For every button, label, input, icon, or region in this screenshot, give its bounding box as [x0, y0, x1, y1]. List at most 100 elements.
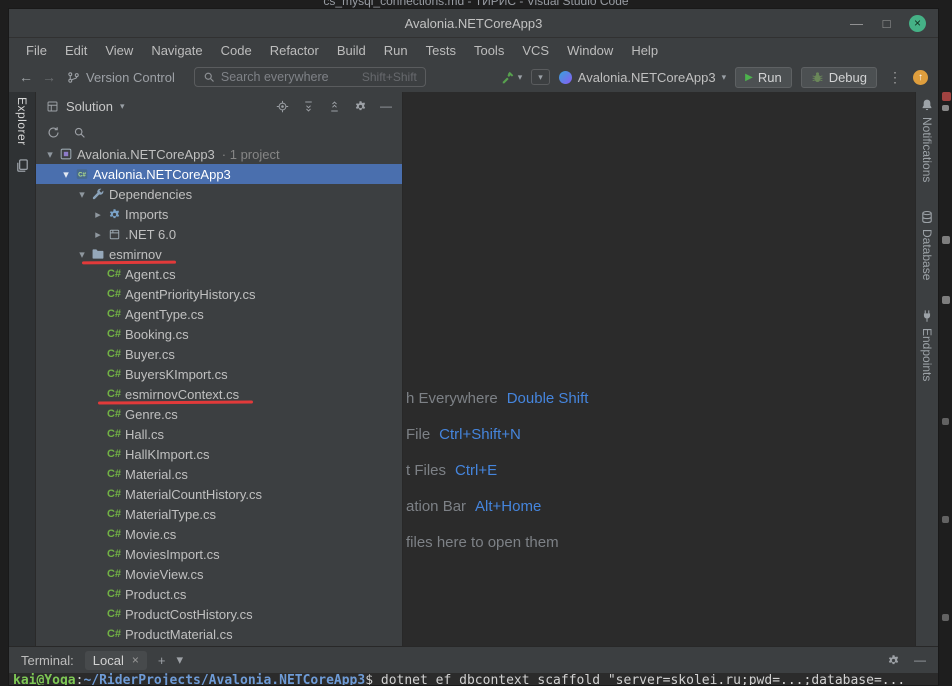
- debug-button[interactable]: Debug: [801, 67, 877, 88]
- tree-row[interactable]: ▾esmirnov: [36, 244, 402, 264]
- menu-tools[interactable]: Tools: [465, 41, 513, 60]
- node-label: Hall.cs: [125, 427, 164, 442]
- new-terminal-icon[interactable]: +: [158, 653, 166, 668]
- collapse-all-icon[interactable]: [328, 100, 341, 113]
- solution-tree: ▾Avalonia.NETCoreApp3· 1 project▾C#Avalo…: [36, 144, 402, 646]
- tree-row[interactable]: C#Movie.cs: [36, 524, 402, 544]
- editor-hint: files here to open them: [406, 532, 588, 552]
- dotnet-framework-icon: [106, 226, 122, 242]
- tool-tab-notifications[interactable]: Notifications: [920, 98, 934, 182]
- tree-row[interactable]: C#Product.cs: [36, 584, 402, 604]
- expand-all-icon[interactable]: [302, 100, 315, 113]
- dependencies-icon: [90, 186, 106, 202]
- tree-row[interactable]: C#Booking.cs: [36, 324, 402, 344]
- files-icon[interactable]: [15, 158, 30, 173]
- hide-panel-icon[interactable]: —: [380, 99, 392, 113]
- run-configuration-selector[interactable]: Avalonia.NETCoreApp3 ▾: [559, 70, 726, 85]
- csharp-file-icon: C#: [106, 546, 122, 562]
- sync-icon[interactable]: [47, 126, 60, 139]
- tree-row[interactable]: C#ProductMaterial.cs: [36, 624, 402, 644]
- chevron-expanded-icon[interactable]: ▾: [58, 168, 74, 181]
- menu-navigate[interactable]: Navigate: [142, 41, 211, 60]
- run-button[interactable]: ▶ Run: [735, 67, 792, 88]
- tree-row[interactable]: C#MaterialCountHistory.cs: [36, 484, 402, 504]
- hide-terminal-icon[interactable]: —: [914, 653, 926, 667]
- tree-row[interactable]: ▸.NET 6.0: [36, 224, 402, 244]
- terminal-actions: —: [887, 653, 926, 667]
- node-label: Dependencies: [109, 187, 192, 202]
- tree-row[interactable]: C#Hall.cs: [36, 424, 402, 444]
- tree-row[interactable]: C#Buyer.cs: [36, 344, 402, 364]
- menu-vcs[interactable]: VCS: [513, 41, 558, 60]
- explorer-tool-tab[interactable]: Explorer: [15, 97, 29, 146]
- menu-code[interactable]: Code: [212, 41, 261, 60]
- terminal-tab-local[interactable]: Local ×: [85, 651, 147, 670]
- menu-build[interactable]: Build: [328, 41, 375, 60]
- terminal-settings-gear-icon[interactable]: [887, 654, 900, 667]
- solution-panel-actions: —: [276, 99, 392, 113]
- node-content: C#MoviesImport.cs: [106, 546, 220, 562]
- chevron-down-icon[interactable]: ▾: [518, 72, 523, 83]
- back-icon[interactable]: ←: [19, 69, 33, 85]
- menu-run[interactable]: Run: [375, 41, 417, 60]
- menu-tests[interactable]: Tests: [417, 41, 465, 60]
- tree-row[interactable]: C#esmirnovContext.cs: [36, 384, 402, 404]
- build-button[interactable]: ▾: [501, 70, 523, 84]
- menu-edit[interactable]: Edit: [56, 41, 96, 60]
- search-everywhere-box[interactable]: Search everywhere Shift+Shift: [194, 67, 426, 87]
- csharp-file-icon: C#: [106, 586, 122, 602]
- close-button[interactable]: ×: [909, 15, 926, 32]
- locate-file-icon[interactable]: [276, 100, 289, 113]
- maximize-button[interactable]: □: [879, 16, 894, 31]
- desktop: cs_mysql_connections.md - ТИРИС - Visual…: [0, 0, 952, 686]
- tree-row[interactable]: C#AgentPriorityHistory.cs: [36, 284, 402, 304]
- tool-tab-endpoints[interactable]: Endpoints: [920, 309, 934, 381]
- tree-row[interactable]: C#AgentType.cs: [36, 304, 402, 324]
- find-icon[interactable]: [73, 126, 86, 139]
- node-content: Dependencies: [90, 186, 192, 202]
- tree-row[interactable]: C#ProductCostHistory.cs: [36, 604, 402, 624]
- menu-refactor[interactable]: Refactor: [261, 41, 328, 60]
- tree-row[interactable]: C#BuyersKImport.cs: [36, 364, 402, 384]
- tree-row[interactable]: C#MaterialType.cs: [36, 504, 402, 524]
- chevron-collapsed-icon[interactable]: ▸: [90, 228, 106, 241]
- solution-view-selector[interactable]: Solution: [66, 99, 113, 114]
- tree-row[interactable]: C#Material.cs: [36, 464, 402, 484]
- chevron-expanded-icon[interactable]: ▾: [42, 148, 58, 161]
- csharp-file-icon: C#: [106, 346, 122, 362]
- tree-row[interactable]: C#HallKImport.cs: [36, 444, 402, 464]
- configurations-dropdown[interactable]: ▾: [531, 69, 550, 85]
- menu-view[interactable]: View: [96, 41, 142, 60]
- node-content: C#AgentPriorityHistory.cs: [106, 286, 256, 302]
- tree-row[interactable]: ▾ Dependencies: [36, 184, 402, 204]
- settings-gear-icon[interactable]: [354, 100, 367, 113]
- bell-icon: [920, 98, 934, 112]
- chevron-expanded-icon[interactable]: ▾: [74, 188, 90, 201]
- close-tab-icon[interactable]: ×: [132, 653, 139, 667]
- tree-row[interactable]: ▸Imports: [36, 204, 402, 224]
- tool-tab-database[interactable]: Database: [920, 210, 934, 280]
- chevron-expanded-icon[interactable]: ▾: [74, 248, 90, 261]
- terminal-output[interactable]: kai@Yoga:~/RiderProjects/Avalonia.NETCor…: [9, 673, 938, 685]
- chevron-down-icon[interactable]: ▾: [176, 652, 183, 668]
- tree-row[interactable]: ▾Avalonia.NETCoreApp3· 1 project: [36, 144, 402, 164]
- update-notification-badge[interactable]: ↑: [913, 70, 928, 85]
- tree-row[interactable]: ▾C#Avalonia.NETCoreApp3: [36, 164, 402, 184]
- menu-window[interactable]: Window: [558, 41, 622, 60]
- tree-row[interactable]: C#MoviesImport.cs: [36, 544, 402, 564]
- version-control-widget[interactable]: Version Control: [67, 70, 175, 85]
- node-content: C#ProductMaterial.cs: [106, 626, 233, 642]
- tree-row[interactable]: C#MovieView.cs: [36, 564, 402, 584]
- more-actions-icon[interactable]: ⋮: [886, 69, 904, 86]
- chevron-down-icon[interactable]: ▾: [120, 101, 125, 112]
- title-bar[interactable]: Avalonia.NETCoreApp3 — □ ×: [9, 9, 938, 38]
- chevron-collapsed-icon[interactable]: ▸: [90, 208, 106, 221]
- minimize-button[interactable]: —: [849, 16, 864, 31]
- forward-icon[interactable]: →: [42, 69, 56, 85]
- search-placeholder: Search everywhere: [221, 70, 329, 84]
- menu-help[interactable]: Help: [622, 41, 667, 60]
- tree-row[interactable]: C#Genre.cs: [36, 404, 402, 424]
- menu-file[interactable]: File: [17, 41, 56, 60]
- node-label: ProductMaterial.cs: [125, 627, 233, 642]
- tree-row[interactable]: C#Agent.cs: [36, 264, 402, 284]
